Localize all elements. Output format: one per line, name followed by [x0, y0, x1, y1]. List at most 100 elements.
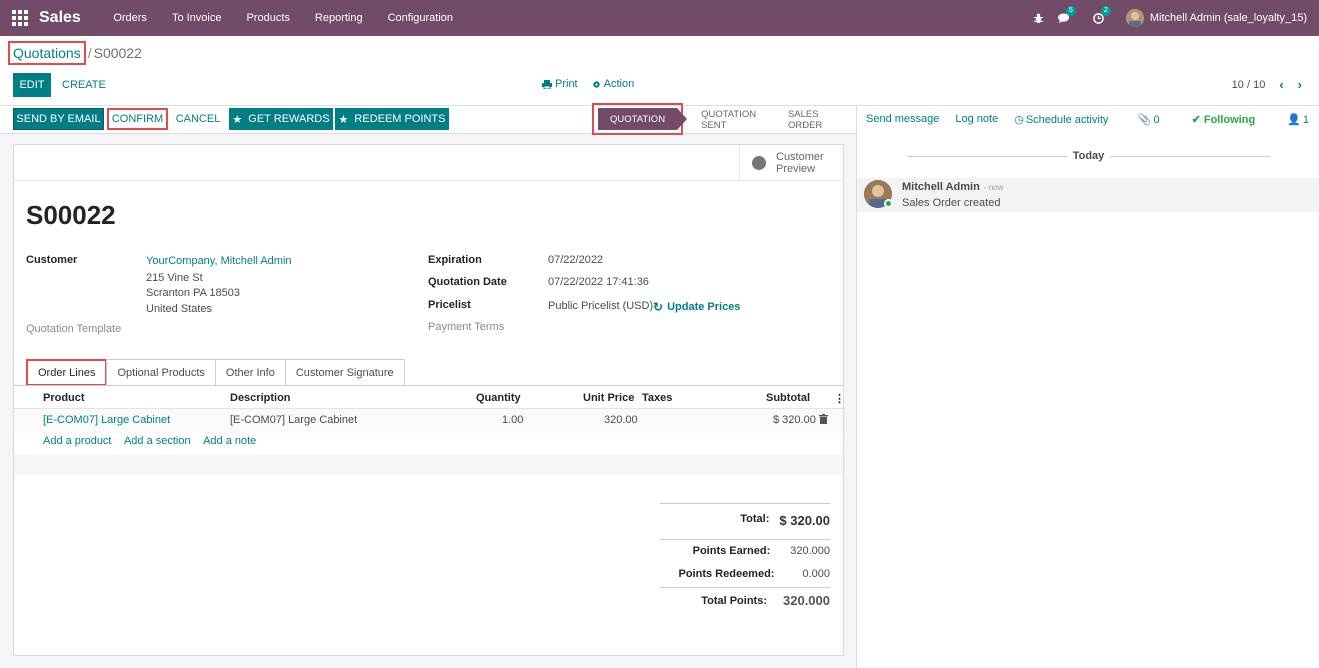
total-row: Total: $ 320.00 [660, 513, 830, 528]
menu-orders[interactable]: Orders [101, 12, 160, 24]
message-author: Mitchell Admin - now [902, 181, 1003, 193]
total-label: Total: [740, 513, 770, 525]
check-icon: ✔ [1191, 114, 1201, 126]
print-button[interactable]: Print [542, 78, 578, 90]
breadcrumb-quotations[interactable]: Quotations [8, 41, 86, 65]
quotation-date-field[interactable]: 07/22/2022 17:41:36 [548, 276, 649, 288]
online-status-dot [884, 199, 893, 208]
activities-clock-icon[interactable]: 2 [1093, 5, 1111, 24]
message-item[interactable]: Mitchell Admin - now Sales Order created [857, 178, 1319, 212]
customer-preview-label-1: Customer [776, 151, 824, 163]
date-separator: Today [857, 150, 1319, 162]
tab-order-lines[interactable]: Order Lines [26, 359, 108, 386]
star-icon: ★ [338, 113, 349, 126]
col-description[interactable]: Description [230, 392, 291, 404]
pager-prev-icon[interactable]: ‹ [1279, 77, 1283, 92]
customer-field[interactable]: YourCompany, Mitchell Admin [146, 255, 292, 267]
quotation-template-label: Quotation Template [26, 323, 122, 335]
apps-menu-icon[interactable] [12, 10, 28, 26]
user-name: Mitchell Admin (sale_loyalty_15) [1149, 12, 1307, 24]
status-bar: SEND BY EMAIL CONFIRM CANCEL ★ GET REWAR… [0, 103, 856, 135]
menu-products[interactable]: Products [234, 12, 302, 24]
customer-label: Customer [26, 254, 78, 266]
pager-next-icon[interactable]: › [1298, 77, 1302, 92]
col-taxes[interactable]: Taxes [642, 392, 672, 404]
message-author-name[interactable]: Mitchell Admin [902, 181, 980, 193]
get-rewards-button[interactable]: ★ GET REWARDS [229, 108, 333, 130]
address-line-2: Scranton PA 18503 [146, 287, 240, 299]
col-quantity[interactable]: Quantity [476, 392, 521, 404]
tab-optional-products[interactable]: Optional Products [106, 359, 216, 386]
update-prices-button[interactable]: ↻ Update Prices [653, 300, 740, 314]
total-points-row: Total Points: 320.000 [660, 593, 830, 608]
trash-icon[interactable] [819, 414, 828, 427]
refresh-icon: ↻ [653, 300, 664, 314]
attachments-button[interactable]: 📎 0 [1122, 113, 1160, 126]
messages-icon[interactable]: 5 [1057, 5, 1076, 24]
points-divider [660, 587, 830, 588]
add-product-link[interactable]: Add a product [43, 435, 112, 447]
followers-count: 1 [1302, 114, 1309, 126]
row-product[interactable]: [E-COM07] Large Cabinet [43, 414, 170, 426]
add-section-link[interactable]: Add a section [124, 435, 191, 447]
col-product[interactable]: Product [43, 392, 85, 404]
notebook-tabs: Order Lines Optional Products Other Info… [26, 359, 405, 386]
following-button[interactable]: ✔ Following [1176, 113, 1256, 126]
total-points-value: 320.000 [783, 593, 830, 608]
pricelist-label: Pricelist [428, 299, 471, 311]
chatter-topbar-right: 📎 0 ✔ Following 👤 1 [1106, 113, 1309, 126]
update-prices-label: Update Prices [667, 301, 741, 313]
table-row[interactable]: [E-COM07] Large Cabinet [E-COM07] Large … [14, 409, 843, 433]
pricelist-field[interactable]: Public Pricelist (USD) [548, 300, 653, 312]
expiration-field[interactable]: 07/22/2022 [548, 254, 603, 266]
customer-preview-button[interactable]: Customer Preview [739, 145, 843, 181]
user-icon: 👤 [1287, 114, 1301, 126]
get-rewards-label: GET REWARDS [248, 113, 330, 125]
add-note-link[interactable]: Add a note [203, 435, 256, 447]
points-earned-label: Points Earned: [692, 545, 771, 557]
stage-pipeline: QUOTATION QUOTATION SENT SALES ORDER [592, 103, 856, 135]
redeem-points-button[interactable]: ★ REDEEM POINTS [335, 108, 449, 130]
print-action-group: Print Action [542, 78, 648, 90]
row-description[interactable]: [E-COM07] Large Cabinet [230, 414, 357, 426]
menu-to-invoice[interactable]: To Invoice [159, 12, 234, 24]
redeem-points-label: REDEEM POINTS [354, 113, 446, 125]
chatter-panel: Send message Log note ◷ Schedule activity… [856, 106, 1319, 668]
schedule-activity-button[interactable]: ◷ Schedule activity [1014, 113, 1108, 126]
col-unit-price[interactable]: Unit Price [583, 392, 634, 404]
app-name[interactable]: Sales [39, 9, 81, 27]
totals-divider [660, 539, 830, 540]
column-options-icon[interactable]: ⋮ [834, 392, 845, 405]
log-note-button[interactable]: Log note [955, 113, 998, 126]
messages-badge: 5 [1065, 5, 1076, 16]
tab-customer-signature[interactable]: Customer Signature [284, 359, 405, 386]
row-quantity[interactable]: 1.00 [502, 414, 523, 426]
user-menu[interactable]: Mitchell Admin (sale_loyalty_15) [1125, 9, 1307, 27]
top-navbar: Sales Orders To Invoice Products Reporti… [0, 0, 1319, 36]
edit-button[interactable]: EDIT [13, 73, 51, 97]
row-unit-price[interactable]: 320.00 [604, 414, 638, 426]
stage-quotation-sent[interactable]: QUOTATION SENT [683, 109, 782, 131]
stage-sales-order[interactable]: SALES ORDER [782, 109, 856, 131]
col-subtotal[interactable]: Subtotal [766, 392, 810, 404]
pager-value[interactable]: 10 / 10 [1232, 79, 1266, 91]
confirm-button[interactable]: CONFIRM [107, 108, 168, 130]
points-redeemed-value: 0.000 [802, 568, 830, 580]
pager: 10 / 10 ‹ › [1232, 77, 1302, 92]
stage-highlight: QUOTATION [592, 103, 688, 135]
action-button[interactable]: Action [592, 78, 634, 90]
create-button[interactable]: CREATE [58, 73, 110, 97]
stage-quotation[interactable]: QUOTATION [598, 108, 688, 130]
totals-top-divider [660, 503, 830, 504]
menu-configuration[interactable]: Configuration [375, 12, 465, 24]
breadcrumb: Quotations / S00022 [8, 41, 142, 65]
send-message-button[interactable]: Send message [866, 113, 939, 126]
tab-other-info[interactable]: Other Info [214, 359, 286, 386]
cancel-button[interactable]: CANCEL [175, 108, 221, 130]
followers-button[interactable]: 👤 1 [1271, 113, 1309, 126]
order-lines-header: Product Description Quantity Unit Price … [14, 387, 845, 409]
total-value: $ 320.00 [779, 513, 830, 528]
send-by-email-button[interactable]: SEND BY EMAIL [13, 108, 104, 130]
bug-icon[interactable] [1033, 13, 1044, 24]
menu-reporting[interactable]: Reporting [302, 12, 375, 24]
